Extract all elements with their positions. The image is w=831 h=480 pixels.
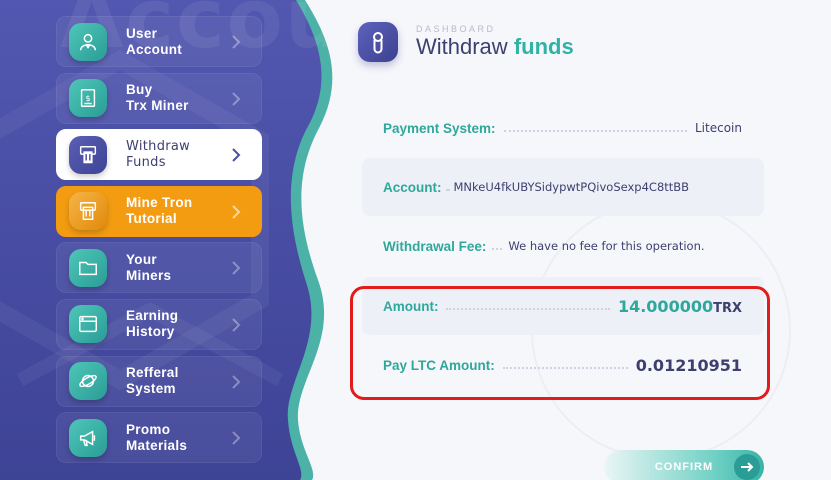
sidebar-item-buy-trx-miner[interactable]: $ Buy Trx Miner xyxy=(56,72,262,124)
atm-withdraw-icon xyxy=(69,135,107,174)
arrow-right-icon xyxy=(734,454,760,480)
sidebar-item-label: Mine Tron Tutorial xyxy=(126,195,193,227)
sidebar-item-label: Earning History xyxy=(126,308,179,340)
page-eyebrow: DASHBOARD xyxy=(416,24,496,34)
sidebar-item-label: Promo Materials xyxy=(126,421,188,453)
chevron-right-icon xyxy=(232,261,241,276)
page-title: Withdraw funds xyxy=(416,34,574,60)
svg-text:$: $ xyxy=(85,93,90,103)
dotted-leader xyxy=(492,242,503,250)
confirm-button[interactable]: CONFIRM xyxy=(604,450,764,480)
sidebar-item-earning-history[interactable]: Earning History xyxy=(56,298,262,350)
account-label: Account: xyxy=(383,179,442,195)
annotation-highlight-box xyxy=(350,286,770,400)
page-title-main: Withdraw xyxy=(416,34,508,59)
planet-icon xyxy=(69,362,107,401)
chevron-right-icon xyxy=(232,91,241,106)
atm-withdraw-icon xyxy=(69,192,107,231)
account-value[interactable]: MNkeU4fkUBYSidypwtPQivoSexp4C8ttBB xyxy=(454,180,690,194)
withdrawal-fee-label: Withdrawal Fee: xyxy=(383,238,487,254)
receipt-dollar-icon: $ xyxy=(69,79,107,118)
megaphone-icon xyxy=(69,418,107,457)
browser-window-icon xyxy=(69,305,107,344)
sidebar-item-label: Refferal System xyxy=(126,365,179,397)
sidebar-item-your-miners[interactable]: Your Miners xyxy=(56,242,262,294)
sidebar-item-refferal-system[interactable]: Refferal System xyxy=(56,355,262,407)
dotted-leader xyxy=(503,124,687,132)
chevron-right-icon xyxy=(232,431,241,445)
sidebar-item-label: Withdraw Funds xyxy=(126,138,191,170)
figure-eight-icon xyxy=(358,22,398,62)
sidebar-menu: User Account $ Buy Trx Miner Withdraw Fu… xyxy=(56,16,262,469)
folder-icon xyxy=(69,248,107,287)
dotted-leader xyxy=(445,183,450,191)
payment-system-row: Payment System: Litecoin xyxy=(362,99,764,157)
sidebar-item-label: Buy Trx Miner xyxy=(126,82,189,114)
sidebar-item-label: User Account xyxy=(126,25,183,57)
chevron-right-icon xyxy=(232,35,241,49)
user-icon xyxy=(69,22,107,61)
withdrawal-fee-value: We have no fee for this operation. xyxy=(508,239,705,253)
account-row: Account: MNkeU4fkUBYSidypwtPQivoSexp4C8t… xyxy=(362,158,764,216)
main-content: DASHBOARD Withdraw funds Payment System:… xyxy=(340,0,831,480)
sidebar-item-mine-tron-tutorial[interactable]: Mine Tron Tutorial xyxy=(56,185,262,237)
payment-system-value: Litecoin xyxy=(695,121,742,135)
page-title-accent: funds xyxy=(513,34,574,59)
withdrawal-fee-row: Withdrawal Fee: We have no fee for this … xyxy=(362,217,764,275)
sidebar-item-withdraw-funds[interactable]: Withdraw Funds xyxy=(56,129,262,181)
chevron-right-icon xyxy=(232,148,241,162)
chevron-right-icon xyxy=(232,205,241,219)
chevron-right-icon xyxy=(232,374,241,389)
payment-system-label: Payment System: xyxy=(383,120,496,136)
sidebar: Account User Account $ Buy Trx Miner Wit… xyxy=(0,0,360,480)
confirm-button-label: CONFIRM xyxy=(654,461,714,473)
sidebar-item-promo-materials[interactable]: Promo Materials xyxy=(56,412,262,464)
sidebar-item-label: Your Miners xyxy=(126,251,172,283)
chevron-right-icon xyxy=(232,318,241,332)
page-header: DASHBOARD Withdraw funds xyxy=(358,22,574,62)
sidebar-item-user-account[interactable]: User Account xyxy=(56,16,262,67)
